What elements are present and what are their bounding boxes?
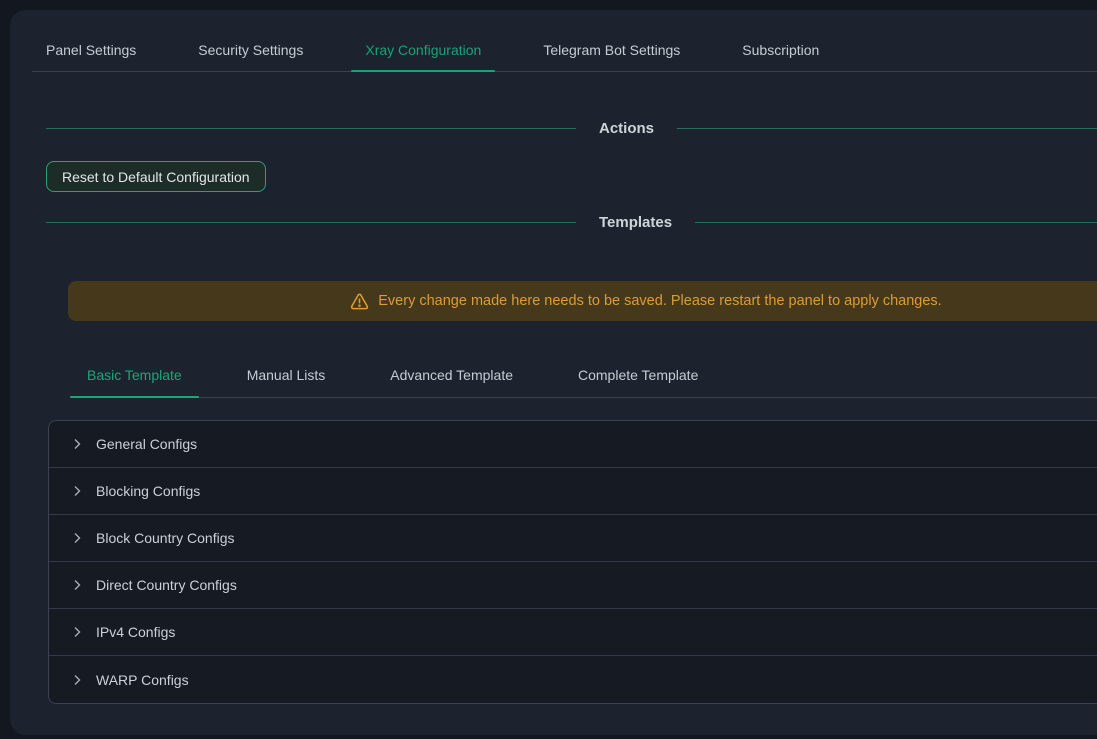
accordion-item-warp-configs[interactable]: WARP Configs [49, 656, 1097, 703]
restart-warning-text: Every change made here needs to be saved… [378, 293, 941, 309]
chevron-right-icon [71, 579, 83, 591]
settings-card: Panel Settings Security Settings Xray Co… [10, 10, 1097, 735]
tab-telegram-bot-settings[interactable]: Telegram Bot Settings [529, 30, 694, 71]
chevron-right-icon [71, 674, 83, 686]
xray-configuration-panel: Actions Reset to Default Configuration T… [10, 118, 1097, 734]
accordion-item-label: Direct Country Configs [96, 577, 237, 593]
templates-section-title: Templates [599, 214, 672, 231]
tab-complete-template[interactable]: Complete Template [561, 354, 715, 397]
restart-warning-alert: Every change made here needs to be saved… [68, 281, 1097, 321]
accordion-item-blocking-configs[interactable]: Blocking Configs [49, 468, 1097, 515]
template-tabs: Basic Template Manual Lists Advanced Tem… [70, 354, 1097, 398]
divider-line [695, 222, 1097, 223]
accordion-item-label: Block Country Configs [96, 530, 235, 546]
accordion-item-label: WARP Configs [96, 672, 189, 688]
tab-xray-configuration[interactable]: Xray Configuration [351, 30, 495, 71]
tab-advanced-template[interactable]: Advanced Template [373, 354, 530, 397]
templates-divider: Templates [46, 212, 1097, 233]
actions-divider: Actions [46, 118, 1097, 139]
divider-line [46, 222, 576, 223]
accordion-item-block-country-configs[interactable]: Block Country Configs [49, 515, 1097, 562]
tab-basic-template[interactable]: Basic Template [70, 354, 199, 397]
actions-section-title: Actions [599, 120, 654, 137]
reset-default-configuration-button[interactable]: Reset to Default Configuration [46, 161, 266, 192]
config-accordion: General Configs Blocking Configs Block C… [48, 420, 1097, 704]
accordion-item-general-configs[interactable]: General Configs [49, 421, 1097, 468]
tab-panel-settings[interactable]: Panel Settings [32, 30, 150, 71]
chevron-right-icon [71, 438, 83, 450]
divider-line [677, 128, 1097, 129]
warning-icon [350, 292, 369, 311]
accordion-item-label: Blocking Configs [96, 483, 200, 499]
accordion-item-ipv4-configs[interactable]: IPv4 Configs [49, 609, 1097, 656]
chevron-right-icon [71, 485, 83, 497]
accordion-item-label: IPv4 Configs [96, 624, 175, 640]
tab-subscription[interactable]: Subscription [728, 30, 833, 71]
accordion-item-direct-country-configs[interactable]: Direct Country Configs [49, 562, 1097, 609]
tab-security-settings[interactable]: Security Settings [184, 30, 317, 71]
chevron-right-icon [71, 626, 83, 638]
divider-line [46, 128, 576, 129]
tab-manual-lists[interactable]: Manual Lists [230, 354, 343, 397]
main-tabs: Panel Settings Security Settings Xray Co… [32, 30, 1097, 72]
chevron-right-icon [71, 532, 83, 544]
accordion-item-label: General Configs [96, 436, 197, 452]
